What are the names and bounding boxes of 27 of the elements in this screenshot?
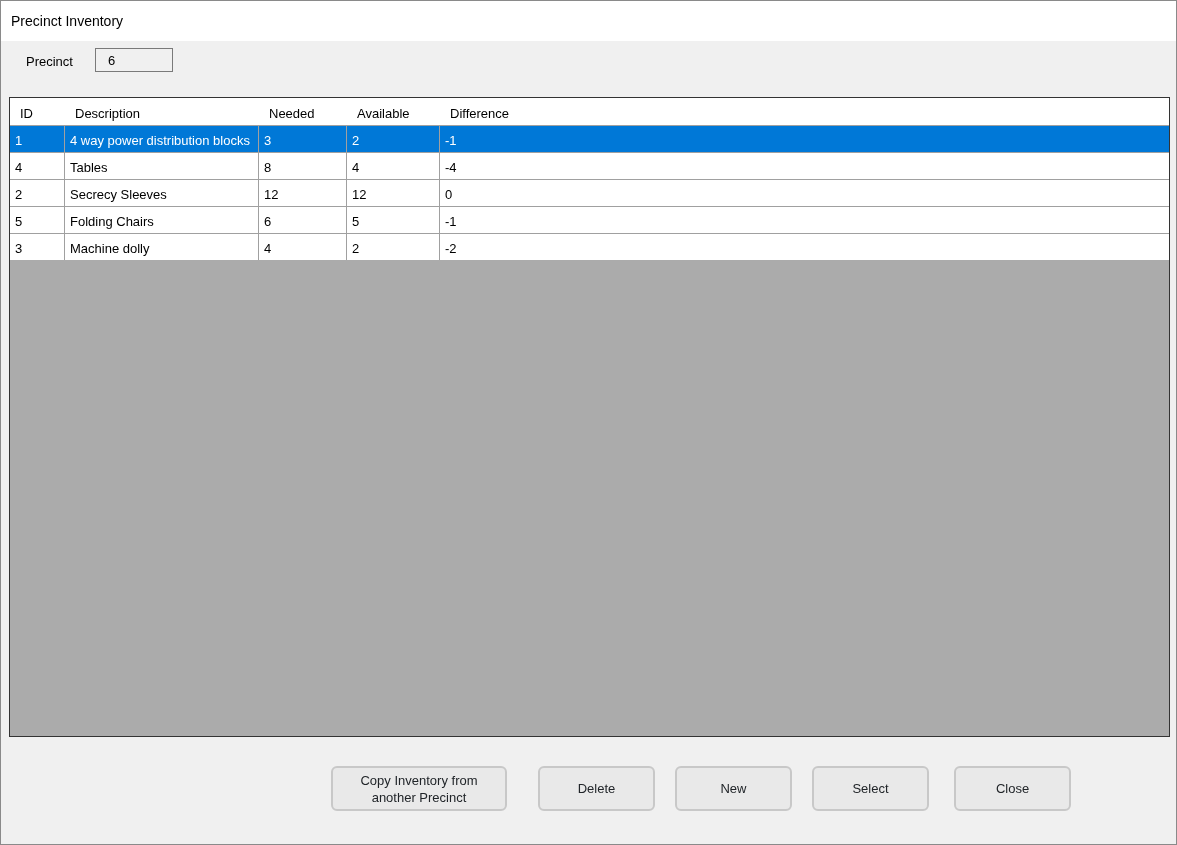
window-title: Precinct Inventory (1, 1, 1176, 41)
column-header[interactable]: Needed (259, 98, 347, 125)
action-button[interactable]: Select (812, 766, 929, 811)
table-cell: 2 (347, 234, 440, 260)
table-cell: 3 (10, 234, 65, 260)
precinct-label: Precinct (26, 53, 73, 71)
table-cell-text: 0 (444, 186, 454, 204)
table-cell-text: -1 (444, 132, 458, 150)
column-header[interactable]: Available (347, 98, 440, 125)
table-row[interactable]: 2 Secrecy Sleeves 12 12 0 (10, 179, 1169, 206)
table-row[interactable]: 5 Folding Chairs 6 5 -1 (10, 206, 1169, 233)
action-button[interactable]: New (675, 766, 792, 811)
action-button[interactable]: Close (954, 766, 1071, 811)
table-cell: Machine dolly (65, 234, 259, 260)
table-row[interactable]: 4 Tables 8 4 -4 (10, 152, 1169, 179)
column-header[interactable]: Difference (440, 98, 1169, 125)
column-header[interactable]: Description (65, 98, 259, 125)
action-button[interactable]: Delete (538, 766, 655, 811)
table-row[interactable]: 3 Machine dolly 4 2 -2 (10, 233, 1169, 260)
table-row[interactable]: 1 4 way power distribution blocks 3 2 -1 (10, 125, 1169, 152)
table-cell: 4 (259, 234, 347, 260)
table-cell-text: -1 (444, 213, 458, 231)
copy-button[interactable]: Copy Inventory from another Precinct (331, 766, 507, 811)
precinct-field[interactable]: 6 (94, 48, 173, 72)
table-cell-text: -4 (444, 159, 458, 177)
table-cell-text: -2 (444, 240, 458, 258)
column-header[interactable]: ID (10, 98, 65, 125)
